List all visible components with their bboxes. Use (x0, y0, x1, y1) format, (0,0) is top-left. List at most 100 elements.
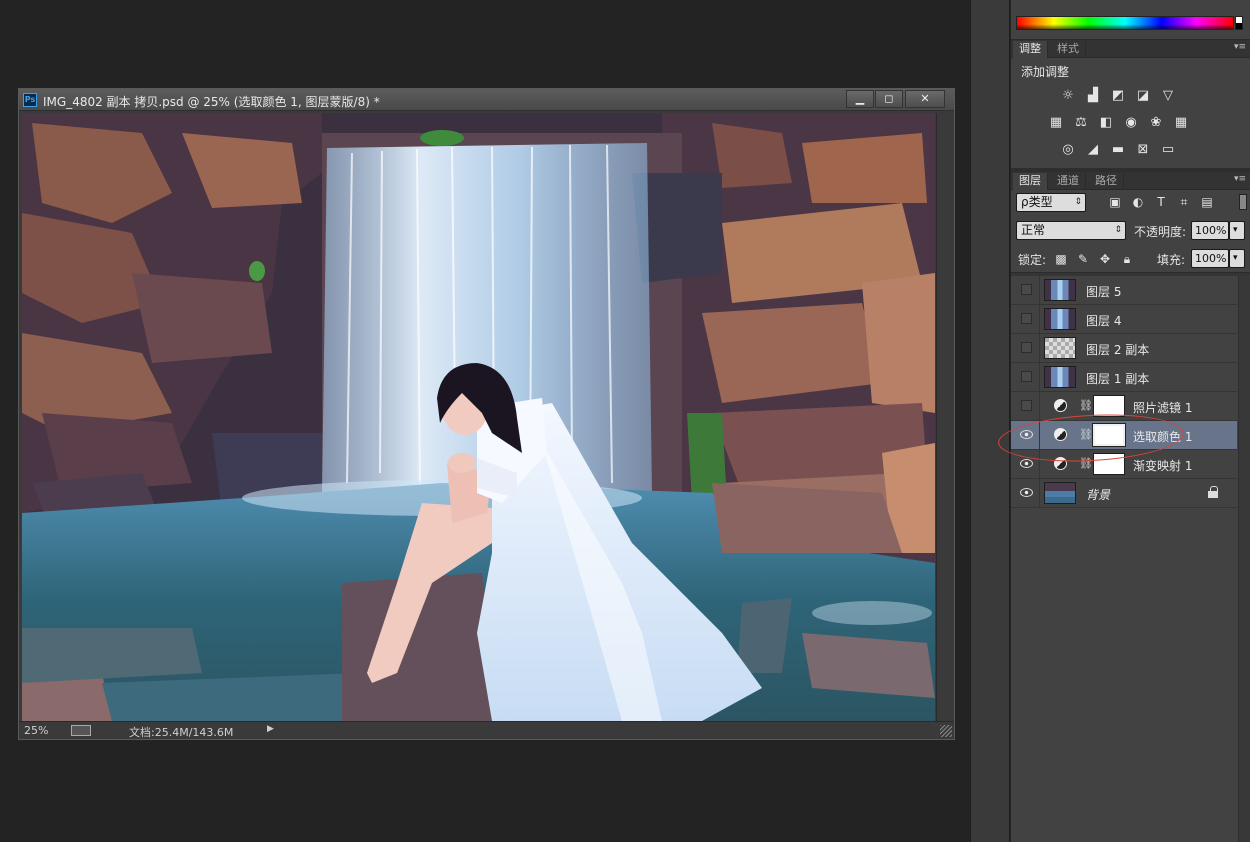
selective-color-icon[interactable]: ⊠ (1134, 140, 1152, 158)
minimize-button[interactable]: ▁ (846, 90, 874, 108)
layer-row-background[interactable]: 背景 (1011, 479, 1237, 508)
opacity-input[interactable]: 100% (1191, 221, 1229, 240)
adjustment-layer-icon (1054, 428, 1067, 441)
brightness-contrast-icon[interactable]: ☼ (1059, 86, 1077, 104)
lock-position-icon[interactable]: ✥ (1097, 251, 1113, 267)
fill-dropdown-icon[interactable]: ▾ (1229, 249, 1245, 268)
opacity-label: 不透明度: (1134, 225, 1187, 239)
visibility-toggle[interactable] (1014, 479, 1040, 507)
layer-name: 选取颜色 1 (1133, 430, 1193, 444)
blend-mode-select[interactable]: 正常 ⇕ (1016, 221, 1126, 240)
curves-icon[interactable]: ◩ (1109, 86, 1127, 104)
visibility-toggle[interactable] (1014, 392, 1040, 420)
opacity-dropdown-icon[interactable]: ▾ (1229, 221, 1245, 240)
type-filter-icon[interactable]: T (1153, 194, 1169, 210)
layers-tabbar: 图层 通道 路径 ▾≡ (1011, 172, 1250, 190)
shape-filter-icon[interactable]: ⌗ (1176, 194, 1192, 210)
status-info-icon[interactable] (71, 725, 91, 736)
invert-icon[interactable]: ◎ (1059, 140, 1077, 158)
layer-name: 图层 5 (1086, 285, 1122, 299)
photoshop-icon: Ps (23, 93, 37, 107)
layer-row[interactable]: ⛓ 照片滤镜 1 (1011, 392, 1237, 421)
layer-row[interactable]: 图层 5 (1011, 276, 1237, 305)
layers-scrollbar[interactable] (1238, 276, 1250, 842)
visibility-toggle[interactable] (1014, 334, 1040, 362)
link-chain-icon[interactable]: ⛓ (1079, 428, 1093, 441)
color-panel (1011, 0, 1250, 40)
resize-grip-icon[interactable] (940, 725, 952, 737)
adjustments-tabbar: 调整 样式 ▾≡ (1011, 40, 1250, 58)
visibility-toggle[interactable] (1014, 305, 1040, 333)
photo-filter-icon[interactable]: ◉ (1122, 113, 1140, 131)
layer-name: 图层 2 副本 (1086, 343, 1150, 357)
layer-row[interactable]: 图层 4 (1011, 305, 1237, 334)
filter-toggle-switch[interactable] (1239, 194, 1247, 210)
adjustment-icons-row-1: ☼ ▟ ◩ ◪ ▽ (1059, 86, 1177, 104)
close-button[interactable]: ✕ (905, 90, 945, 108)
threshold-icon[interactable]: ▬ (1109, 140, 1127, 158)
channel-mixer-icon[interactable]: ❀ (1147, 113, 1165, 131)
adjustment-icons-row-2: ▦ ⚖ ◧ ◉ ❀ ▦ (1047, 113, 1190, 131)
adjustment-filter-icon[interactable]: ◐ (1130, 194, 1146, 210)
lock-all-icon[interactable]: 🔒︎ (1119, 251, 1135, 267)
color-spectrum[interactable] (1016, 16, 1234, 30)
layer-name: 背景 (1086, 488, 1111, 502)
panels-dock: 调整 样式 ▾≡ 添加调整 ☼ ▟ ◩ ◪ ▽ ▦ ⚖ ◧ ◉ ❀ ▦ ◎ ◢ … (1011, 0, 1250, 842)
tab-paths[interactable]: 路径 (1089, 173, 1124, 190)
lock-transparency-icon[interactable]: ▩ (1053, 251, 1069, 267)
hue-saturation-icon[interactable]: ▦ (1047, 113, 1065, 131)
zoom-level[interactable]: 25% (24, 724, 48, 737)
document-titlebar[interactable]: Ps IMG_4802 副本 拷贝.psd @ 25% (选取颜色 1, 图层蒙… (19, 89, 954, 111)
image-canvas[interactable] (22, 113, 935, 721)
add-adjustment-title: 添加调整 (1021, 65, 1070, 79)
tab-styles[interactable]: 样式 (1051, 41, 1086, 58)
document-size-info: 文档:25.4M/143.6M (129, 726, 234, 739)
tab-layers[interactable]: 图层 (1013, 173, 1048, 190)
eye-icon (1020, 459, 1033, 468)
visibility-toggle[interactable] (1014, 421, 1040, 449)
gradient-map-icon[interactable]: ▭ (1159, 140, 1177, 158)
posterize-icon[interactable]: ◢ (1084, 140, 1102, 158)
layer-mask-thumbnail[interactable] (1093, 395, 1125, 417)
smart-object-filter-icon[interactable]: ▤ (1199, 194, 1215, 210)
pixel-filter-icon[interactable]: ▣ (1107, 194, 1123, 210)
tab-adjustments[interactable]: 调整 (1013, 41, 1048, 58)
filter-select-value: ρ类型 (1021, 195, 1053, 209)
black-white-swatch[interactable] (1235, 16, 1243, 30)
layer-row[interactable]: ⛓ 渐变映射 1 (1011, 450, 1237, 479)
collapsed-panel-dock[interactable] (970, 0, 1010, 842)
color-lookup-icon[interactable]: ▦ (1172, 113, 1190, 131)
color-balance-icon[interactable]: ⚖ (1072, 113, 1090, 131)
visibility-toggle[interactable] (1014, 450, 1040, 478)
lock-icons: ▩ ✎ ✥ 🔒︎ (1053, 251, 1135, 267)
adjustment-icons-row-3: ◎ ◢ ▬ ⊠ ▭ (1059, 140, 1177, 158)
layer-mask-thumbnail[interactable] (1093, 453, 1125, 475)
lock-pixels-icon[interactable]: ✎ (1075, 251, 1091, 267)
black-white-icon[interactable]: ◧ (1097, 113, 1115, 131)
status-menu-arrow-icon[interactable]: ▶ (267, 724, 274, 734)
status-bar: 25% 文档:25.4M/143.6M ▶ (19, 721, 954, 739)
adjustment-layer-icon (1054, 457, 1067, 470)
layer-row[interactable]: 图层 2 副本 (1011, 334, 1237, 363)
vibrance-icon[interactable]: ▽ (1159, 86, 1177, 104)
layer-thumbnail (1044, 337, 1076, 359)
fill-input[interactable]: 100% (1191, 249, 1229, 268)
layer-thumbnail (1044, 308, 1076, 330)
layer-row[interactable]: 图层 1 副本 (1011, 363, 1237, 392)
maximize-button[interactable]: ◻ (875, 90, 903, 108)
exposure-icon[interactable]: ◪ (1134, 86, 1152, 104)
vertical-scrollbar[interactable] (936, 113, 952, 721)
hidden-box-icon (1021, 371, 1032, 382)
tab-channels[interactable]: 通道 (1051, 173, 1086, 190)
visibility-toggle[interactable] (1014, 276, 1040, 304)
panel-menu-icon[interactable]: ▾≡ (1234, 42, 1246, 52)
blend-mode-value: 正常 (1021, 223, 1046, 237)
layer-mask-thumbnail[interactable] (1092, 423, 1126, 447)
link-chain-icon[interactable]: ⛓ (1079, 399, 1093, 412)
visibility-toggle[interactable] (1014, 363, 1040, 391)
levels-icon[interactable]: ▟ (1084, 86, 1102, 104)
layer-filter-select[interactable]: ρ类型 ⇕ (1016, 193, 1086, 212)
link-chain-icon[interactable]: ⛓ (1079, 457, 1093, 470)
panel-menu-icon[interactable]: ▾≡ (1234, 174, 1246, 184)
layer-row-selected[interactable]: ⛓ 选取颜色 1 (1011, 421, 1237, 450)
